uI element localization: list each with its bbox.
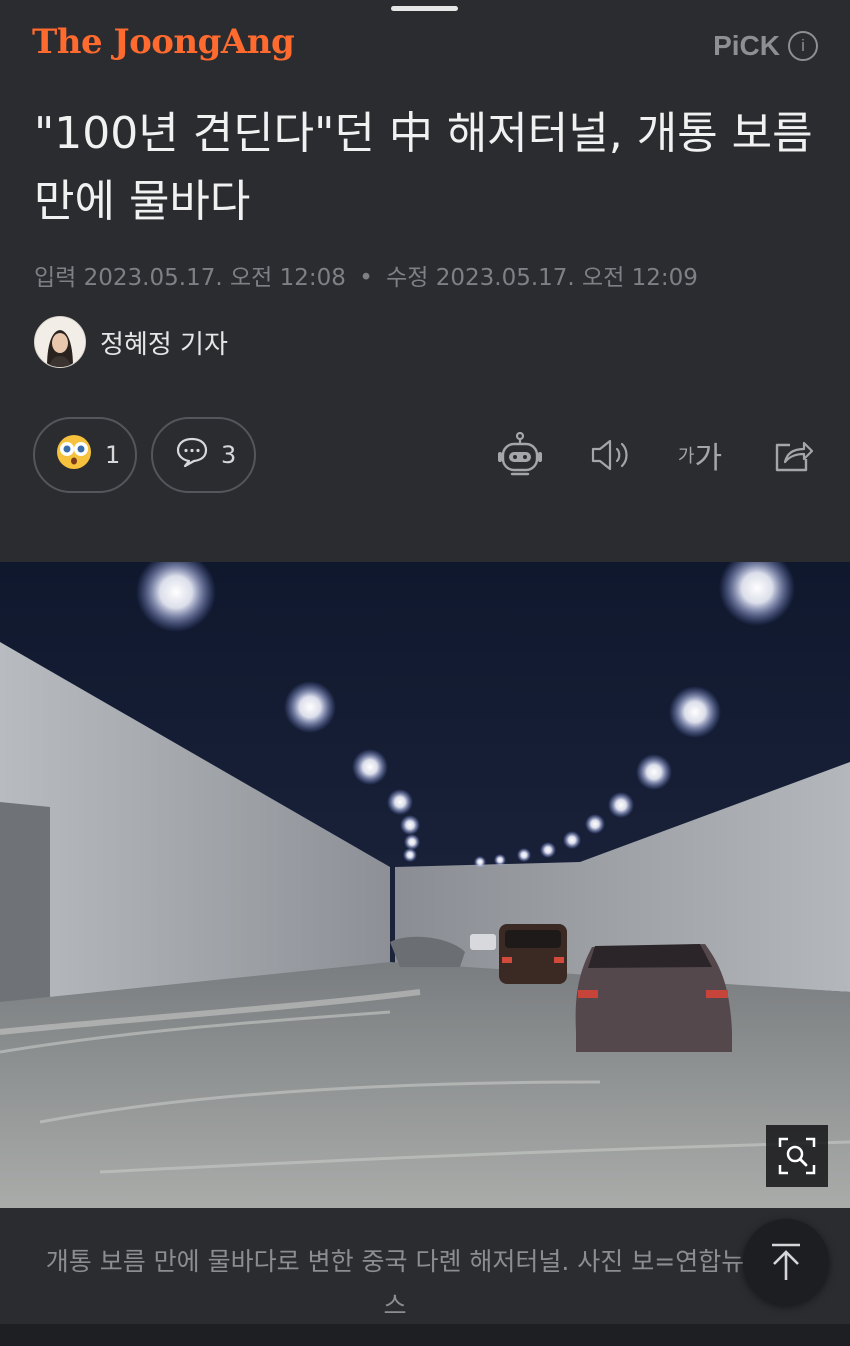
author-row[interactable]: 정혜정 기자 <box>34 316 228 368</box>
comment-button[interactable]: 3 <box>151 417 256 493</box>
author-name[interactable]: 정혜정 기자 <box>100 324 228 361</box>
robot-icon[interactable] <box>495 430 545 480</box>
modified-date: 2023.05.17. 오전 12:09 <box>435 265 698 291</box>
text-size-large-label: 가 <box>694 441 723 476</box>
surprised-face-icon <box>55 433 93 477</box>
text-size-button[interactable]: 가 가 <box>672 430 728 480</box>
input-label: 입력 <box>34 265 77 291</box>
pick-badge[interactable]: PiCK i <box>713 30 818 62</box>
reaction-button[interactable]: 1 <box>33 417 137 493</box>
zoom-search-icon[interactable] <box>766 1125 828 1187</box>
info-icon[interactable]: i <box>788 31 818 61</box>
photo-caption: 개통 보름 만에 물바다로 변한 중국 다롄 해저터널. 사진 보=연합뉴스 <box>45 1247 745 1320</box>
reaction-count: 1 <box>105 441 121 469</box>
bottom-bar <box>0 1324 850 1346</box>
share-icon[interactable] <box>767 430 817 480</box>
avatar[interactable] <box>34 316 86 368</box>
text-size-small-label: 가 <box>677 446 695 467</box>
article-photo[interactable] <box>0 562 850 1208</box>
speaker-icon[interactable] <box>586 430 636 480</box>
header: The JoongAng PiCK i <box>0 0 850 90</box>
input-date: 2023.05.17. 오전 12:08 <box>83 265 346 291</box>
pick-label: PiCK <box>713 30 780 61</box>
comment-count: 3 <box>221 441 237 469</box>
arrow-up-icon[interactable] <box>743 1219 829 1305</box>
brand-logo[interactable]: The JoongAng <box>32 22 295 62</box>
speech-bubble-icon <box>175 436 209 474</box>
article-title: "100년 견딘다"던 中 해저터널, 개통 보름 만에 물바다 <box>34 108 813 227</box>
date-separator: • <box>359 265 373 291</box>
article-dates: 입력 2023.05.17. 오전 12:08 • 수정 2023.05.17.… <box>34 258 698 292</box>
modified-label: 수정 <box>386 265 429 291</box>
